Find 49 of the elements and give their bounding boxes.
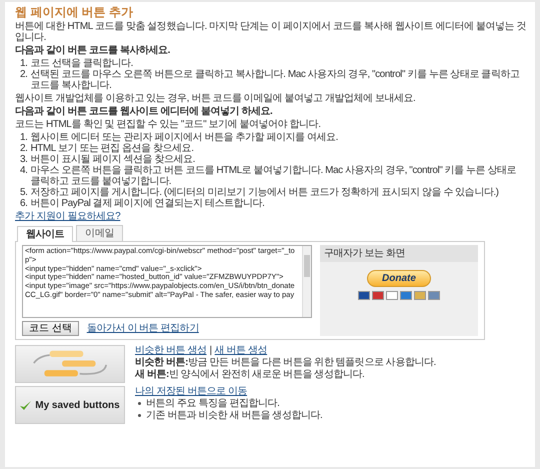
option-link[interactable]: 새 버튼 생성 xyxy=(214,345,268,356)
option-image[interactable] xyxy=(15,345,125,383)
tab[interactable]: 웹사이트 xyxy=(17,226,74,242)
option-description: 새 버튼:빈 양식에서 완전히 새로운 버튼을 생성합니다. xyxy=(135,369,366,380)
edit-link[interactable]: 돌아가서 이 버튼 편집하기 xyxy=(86,323,199,334)
section-heading: 다음과 같이 버튼 코드를 웹사이트 에디터에 붙여넣기 하세요. xyxy=(15,106,274,117)
step-number: 5. xyxy=(20,187,28,198)
bullet-icon xyxy=(138,414,141,417)
step-text: 저장하고 페이지를 게시합니다. (에디터의 미리보기 기능에서 버튼 코드가 정확하게 표시되지 않을 수 있습니다.) xyxy=(30,187,499,198)
credit-card-icon xyxy=(358,291,370,300)
option-image[interactable]: My saved buttons xyxy=(15,386,125,424)
step-number: 2. xyxy=(20,143,28,154)
step-number: 1. xyxy=(20,132,28,143)
credit-card-icon xyxy=(428,291,440,300)
bullet-icon xyxy=(138,402,141,405)
step-text: 선택된 코드를 마우스 오른쪽 버튼으로 클릭하고 복사합니다. Mac 사용자의 경우, "control" 키를 누른 상태로 클릭하고 코드를 복사합니다. xyxy=(30,69,520,91)
step-text: 버튼이 표시될 페이지 섹션을 찾으세요. xyxy=(30,154,195,165)
note-text: 웹사이트 개발업체를 이용하고 있는 경우, 버튼 코드를 이메일에 붙여넣고 개발업체에 보내세요. xyxy=(15,93,416,104)
select-code-button[interactable]: 코드 선택 xyxy=(22,321,79,336)
help-link[interactable]: 추가 지원이 필요하세요? xyxy=(15,211,120,222)
preview-title: 구매자가 보는 화면 xyxy=(320,245,478,262)
option-link[interactable]: 나의 저장된 버튼으로 이동 xyxy=(135,386,248,397)
check-icon xyxy=(20,400,32,410)
step-text: 코드 선택을 클릭합니다. xyxy=(30,58,133,69)
step-number: 1. xyxy=(20,58,28,69)
bullet-text: 버튼의 주요 특징을 편집합니다. xyxy=(146,398,280,409)
step-number: 3. xyxy=(20,154,28,165)
page-title: 웹 페이지에 버튼 추가 xyxy=(15,5,134,19)
step-text: 버튼이 PayPal 결제 페이지에 연결되는지 테스트합니다. xyxy=(30,198,264,209)
credit-card-icon xyxy=(386,291,398,300)
bullet-text: 기존 버튼과 비슷한 새 버튼을 생성합니다. xyxy=(146,410,322,421)
credit-card-icon xyxy=(372,291,384,300)
donate-button[interactable]: Donate xyxy=(367,270,431,287)
intro-text: 버튼에 대한 HTML 코드를 맞춤 설정했습니다. 마지막 단계는 이 페이지에서 코드를 복사해 웹사이트 에디터에 붙여넣는 것입니다. xyxy=(15,21,527,43)
step-number: 6. xyxy=(20,198,28,209)
note-text: 코드는 HTML를 확인 및 편집할 수 있는 "코드" 보기에 붙여넣어야 합니다. xyxy=(15,119,322,130)
option-description: 비슷한 버튼:방금 만든 버튼을 다른 버튼을 위한 템플릿으로 사용합니다. xyxy=(135,357,436,368)
step-number: 4. xyxy=(20,165,28,178)
tab[interactable]: 이메일 xyxy=(76,225,123,241)
credit-card-icon xyxy=(414,291,426,300)
step-number: 2. xyxy=(20,69,28,82)
step-text: 마우스 오른쪽 버튼을 클릭하고 버튼 코드를 HTML로 붙여넣기합니다. Mac 사용자의 경우, "control" 키를 누른 상태로 클릭하고 코드를 붙여넣기합니다. xyxy=(30,165,518,187)
credit-card-icon xyxy=(400,291,412,300)
option-link[interactable]: 비슷한 버튼 생성 xyxy=(135,345,207,356)
step-text: HTML 보기 또는 편집 옵션을 찾으세요. xyxy=(30,143,194,154)
step-text: 웹사이트 에디터 또는 관리자 페이지에서 버튼을 추가할 페이지를 여세요. xyxy=(30,132,338,143)
section-heading: 다음과 같이 버튼 코드를 복사하세요. xyxy=(15,45,171,56)
separator: | xyxy=(210,345,212,356)
image-label: My saved buttons xyxy=(35,400,120,410)
